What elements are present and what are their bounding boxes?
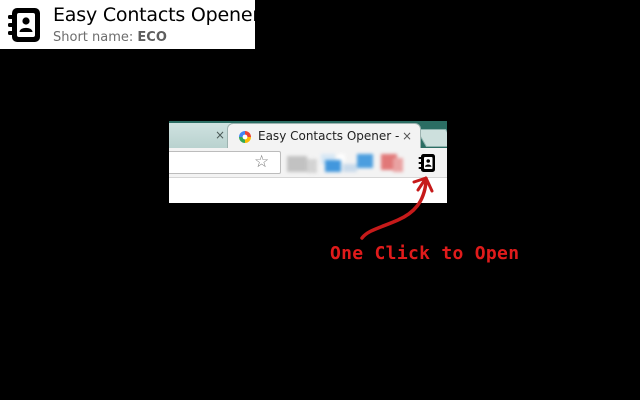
tab-previous[interactable]: × [169, 123, 232, 148]
short-name-value: ECO [137, 29, 167, 45]
extension-header: Easy Contacts Opener Short name: ECO [0, 0, 260, 49]
tab-strip: × Easy Contacts Opener - × [169, 121, 447, 149]
extension-name: Easy Contacts Opener [53, 3, 260, 26]
short-name-label: Short name: [53, 29, 138, 45]
tab-easy-contacts-opener[interactable]: Easy Contacts Opener - × [227, 123, 421, 149]
one-click-callout: One Click to Open [330, 243, 520, 264]
google-contacts-favicon [239, 131, 251, 143]
short-name: Short name: ECO [53, 31, 260, 44]
address-bar[interactable]: ☆ [169, 151, 281, 174]
callout-arrow [360, 176, 434, 240]
star-icon[interactable]: ☆ [254, 152, 269, 173]
close-icon[interactable]: × [402, 129, 412, 143]
close-icon[interactable]: × [215, 128, 225, 142]
address-book-icon [8, 7, 40, 42]
tab-title: Easy Contacts Opener - [258, 129, 400, 143]
